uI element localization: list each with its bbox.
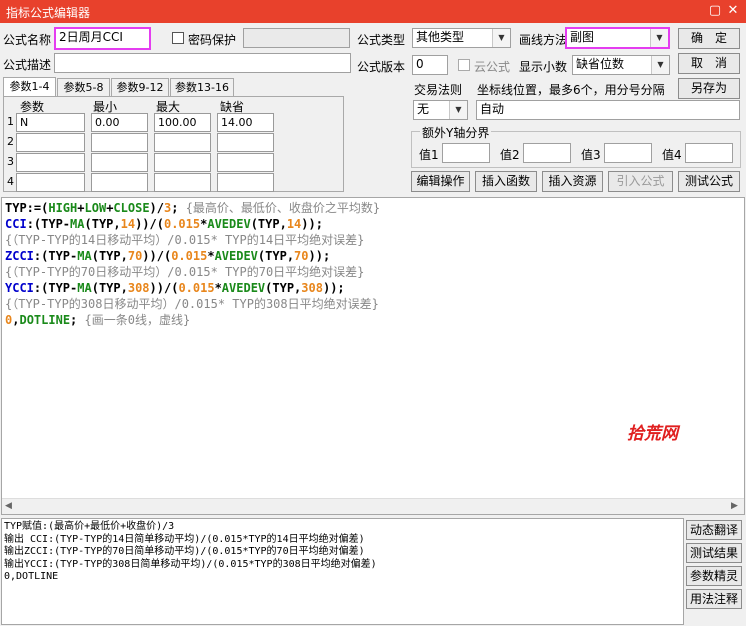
horizontal-scrollbar[interactable]: ◀ ▶ <box>2 498 744 514</box>
value3-label: 值3 <box>581 148 601 162</box>
param-min-cell[interactable] <box>91 173 148 192</box>
chevron-down-icon: ▼ <box>651 56 669 74</box>
window-title: 指标公式编辑器 <box>6 6 91 20</box>
param-default-cell[interactable]: 14.00 <box>217 113 274 132</box>
param-max-cell[interactable] <box>154 173 211 192</box>
scroll-right-icon[interactable]: ▶ <box>731 501 738 511</box>
output-line: 输出YCCI:(TYP-TYP的308日简单移动平均)/(0.015*TYP的3… <box>4 558 377 570</box>
chevron-down-icon: ▼ <box>492 29 510 47</box>
value4-label: 值4 <box>662 148 682 162</box>
coord-lines-label: 坐标线位置，最多6个，用分号分隔 <box>477 83 665 97</box>
value2-input[interactable] <box>523 143 571 163</box>
param-max-cell[interactable] <box>154 133 211 152</box>
cloud-checkbox[interactable] <box>458 59 470 71</box>
param-min-cell[interactable]: 0.00 <box>91 113 148 132</box>
version-label: 公式版本 <box>357 60 406 74</box>
password-checkbox[interactable] <box>172 32 184 44</box>
param-name-cell[interactable]: N <box>16 113 85 132</box>
version-input[interactable]: 0 <box>412 55 448 75</box>
draw-method-value: 副图 <box>570 30 595 44</box>
extra-y-axis-label: 额外Y轴分界 <box>420 124 492 141</box>
type-select[interactable]: 其他类型 ▼ <box>412 28 511 48</box>
test-formula-button[interactable]: 测试公式 <box>678 171 740 192</box>
param-max-cell[interactable]: 100.00 <box>154 113 211 132</box>
formula-name-input[interactable]: 2日周月CCI <box>54 27 151 50</box>
type-select-value: 其他类型 <box>416 30 465 44</box>
decimals-value: 缺省位数 <box>576 57 625 71</box>
param-default-cell[interactable] <box>217 133 274 152</box>
close-icon[interactable]: ✕ <box>724 2 742 20</box>
insert-resource-button[interactable]: 插入资源 <box>542 171 603 192</box>
param-name-cell[interactable] <box>16 133 85 152</box>
insert-function-button[interactable]: 插入函数 <box>475 171 537 192</box>
description-label: 公式描述 <box>3 58 52 72</box>
trade-rule-value: 无 <box>417 102 430 116</box>
draw-method-select[interactable]: 副图 ▼ <box>565 27 670 49</box>
draw-method-label: 画线方法 <box>519 33 568 47</box>
decimals-select[interactable]: 缺省位数 ▼ <box>572 55 670 75</box>
translation-output: TYP赋值:(最高价+最低价+收盘价)/3 输出 CCI:(TYP-TYP的14日… <box>1 518 684 625</box>
output-line: TYP赋值:(最高价+最低价+收盘价)/3 <box>4 521 175 532</box>
param-wizard-button[interactable]: 参数精灵 <box>686 566 742 586</box>
param-default-cell[interactable] <box>217 173 274 192</box>
param-row-index: 1 <box>7 115 14 128</box>
cloud-label: 云公式 <box>474 60 511 74</box>
value3-input[interactable] <box>604 143 652 163</box>
value2-label: 值2 <box>500 148 520 162</box>
param-row-index: 3 <box>7 155 14 168</box>
restore-icon[interactable]: ▢ <box>706 2 724 20</box>
param-max-cell[interactable] <box>154 153 211 172</box>
param-name-cell[interactable] <box>16 173 85 192</box>
title-bar: 指标公式编辑器 ▢ ✕ <box>0 0 746 23</box>
cancel-button[interactable]: 取 消 <box>678 53 740 74</box>
chevron-down-icon: ▼ <box>449 101 467 119</box>
chevron-down-icon: ▼ <box>650 29 668 47</box>
password-label: 密码保护 <box>188 33 237 47</box>
param-min-cell[interactable] <box>91 133 148 152</box>
scroll-left-icon[interactable]: ◀ <box>5 501 12 511</box>
formula-code[interactable]: TYP:=(HIGH+LOW+CLOSE)/3; {最高价、最低价、收盘价之平均… <box>5 200 380 328</box>
tab-params-13-16[interactable]: 参数13-16 <box>170 78 234 96</box>
value4-input[interactable] <box>685 143 733 163</box>
edit-operation-button[interactable]: 编辑操作 <box>411 171 470 192</box>
coord-lines-input[interactable]: 自动 <box>476 100 740 120</box>
output-line: 输出ZCCI:(TYP-TYP的70日简单移动平均)/(0.015*TYP的70… <box>4 546 365 558</box>
param-row-index: 4 <box>7 175 14 188</box>
dynamic-translate-button[interactable]: 动态翻译 <box>686 520 742 540</box>
decimals-label: 显示小数 <box>519 60 568 74</box>
formula-name-label: 公式名称 <box>3 33 52 47</box>
watermark-logo: 拾荒网 <box>627 424 678 444</box>
password-input[interactable] <box>243 28 350 48</box>
tab-params-5-8[interactable]: 参数5-8 <box>57 78 110 96</box>
trade-rule-select[interactable]: 无 ▼ <box>413 100 468 120</box>
save-as-button[interactable]: 另存为 <box>678 78 740 99</box>
ok-button[interactable]: 确 定 <box>678 28 740 49</box>
output-line: 输出 CCI:(TYP-TYP的14日简单移动平均)/(0.015*TYP的14… <box>4 533 365 545</box>
param-min-cell[interactable] <box>91 153 148 172</box>
formula-editor[interactable]: TYP:=(HIGH+LOW+CLOSE)/3; {最高价、最低价、收盘价之平均… <box>1 197 745 515</box>
import-formula-button[interactable]: 引入公式 <box>608 171 673 192</box>
value1-input[interactable] <box>442 143 490 163</box>
value1-label: 值1 <box>419 148 439 162</box>
description-input[interactable] <box>54 53 351 73</box>
tab-params-1-4[interactable]: 参数1-4 <box>3 77 56 97</box>
type-label: 公式类型 <box>357 33 406 47</box>
usage-notes-button[interactable]: 用法注释 <box>686 589 742 609</box>
test-result-button[interactable]: 测试结果 <box>686 543 742 563</box>
param-name-cell[interactable] <box>16 153 85 172</box>
param-row-index: 2 <box>7 135 14 148</box>
trade-rule-label: 交易法则 <box>414 83 463 97</box>
output-line: 0,DOTLINE <box>4 571 59 583</box>
tab-params-9-12[interactable]: 参数9-12 <box>111 78 169 96</box>
param-default-cell[interactable] <box>217 153 274 172</box>
